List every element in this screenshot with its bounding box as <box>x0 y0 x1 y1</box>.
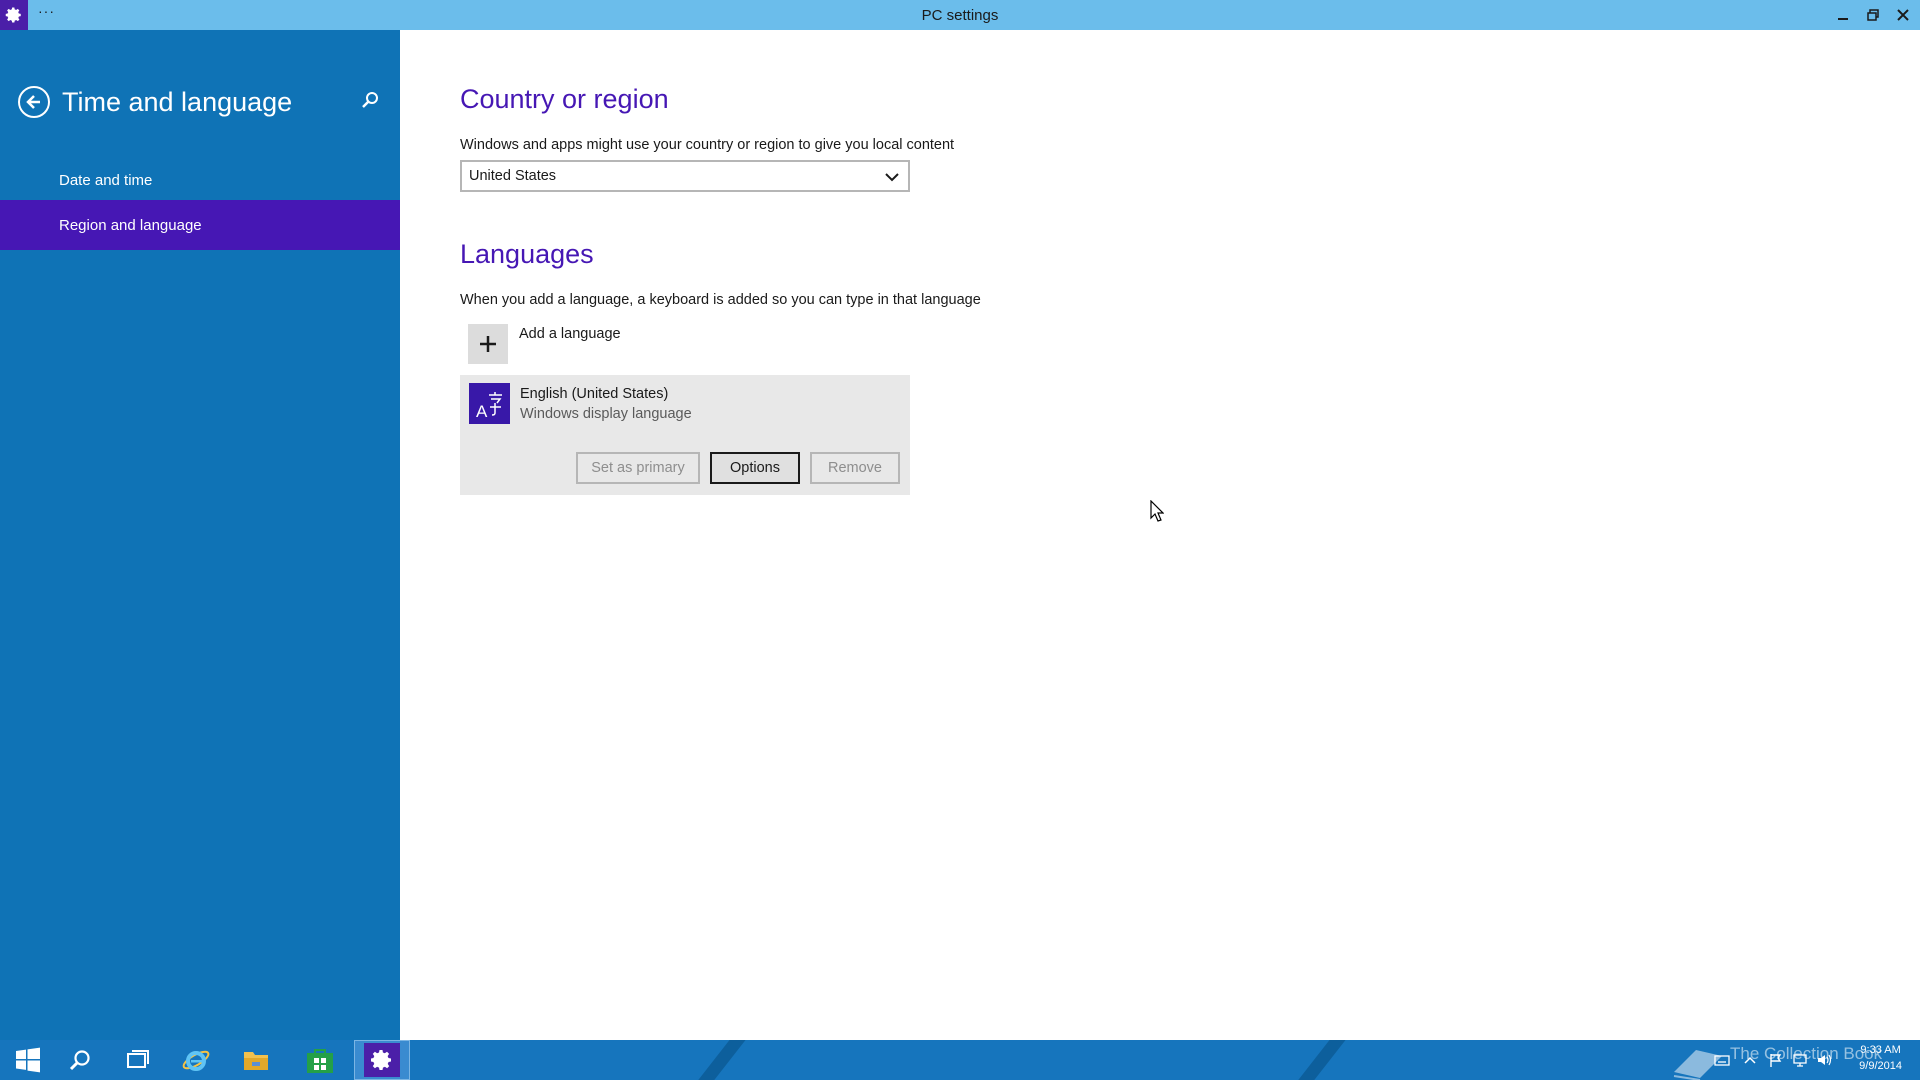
clock[interactable]: 9:33 AM 9/9/2014 <box>1859 1042 1902 1074</box>
svg-text:A: A <box>476 402 488 420</box>
volume-icon[interactable] <box>1816 1052 1832 1068</box>
main-content: Country or region Windows and apps might… <box>400 30 1920 1040</box>
windows-logo-icon <box>16 1047 40 1073</box>
store-icon <box>307 1049 333 1073</box>
minimize-button[interactable] <box>1828 0 1858 30</box>
country-selected-value: United States <box>469 168 557 184</box>
window-title: PC settings <box>921 7 999 24</box>
close-button[interactable] <box>1888 0 1918 30</box>
add-language-button[interactable]: Add a language <box>468 324 621 364</box>
plus-icon <box>468 324 508 364</box>
minimize-icon <box>1838 18 1848 20</box>
task-view-button[interactable] <box>110 1040 166 1080</box>
country-description: Windows and apps might use your country … <box>460 137 955 153</box>
clock-date: 9/9/2014 <box>1859 1060 1902 1072</box>
keyboard-icon[interactable] <box>1714 1052 1730 1068</box>
chevron-up-icon[interactable] <box>1742 1052 1758 1068</box>
languages-heading: Languages <box>460 239 594 269</box>
taskbar: The Collection Book 9:33 AM 9/9/2014 <box>0 1040 1920 1080</box>
store-button[interactable] <box>292 1040 348 1080</box>
restore-button[interactable] <box>1858 0 1888 30</box>
languages-description: When you add a language, a keyboard is a… <box>460 292 981 308</box>
clock-time: 9:33 AM <box>1860 1044 1901 1056</box>
flag-icon[interactable] <box>1768 1052 1784 1068</box>
sidebar-header: Time and language <box>18 84 292 120</box>
back-button[interactable] <box>18 86 50 118</box>
internet-explorer-icon <box>182 1050 210 1071</box>
remove-button[interactable]: Remove <box>810 452 900 484</box>
search-icon <box>362 92 378 108</box>
task-view-icon <box>127 1050 149 1068</box>
settings-gear-icon <box>364 1043 400 1077</box>
folder-icon <box>244 1052 268 1070</box>
file-explorer-button[interactable] <box>228 1040 284 1080</box>
restore-icon <box>1867 9 1879 21</box>
language-subtitle: Windows display language <box>520 406 692 422</box>
language-item-english-us[interactable]: A English (United States) Windows displa… <box>460 375 910 495</box>
search-button[interactable] <box>360 90 382 112</box>
network-icon[interactable] <box>1792 1052 1808 1068</box>
back-arrow-icon <box>26 95 40 109</box>
language-icon: A <box>469 383 510 424</box>
sidebar-item-date-and-time[interactable]: Date and time <box>0 155 400 205</box>
start-button[interactable] <box>0 1040 56 1080</box>
taskbar-decoration <box>682 1040 754 1080</box>
sidebar-title: Time and language <box>62 86 293 117</box>
add-language-label: Add a language <box>519 326 621 342</box>
search-icon <box>69 1050 90 1071</box>
taskbar-search-button[interactable] <box>52 1040 108 1080</box>
chevron-down-icon <box>885 173 899 182</box>
title-bar: ··· PC settings <box>0 0 1920 30</box>
close-icon <box>1897 9 1909 21</box>
language-name: English (United States) <box>520 386 669 402</box>
mouse-cursor-icon <box>1150 500 1164 522</box>
taskbar-decoration <box>1282 1040 1354 1080</box>
set-as-primary-button[interactable]: Set as primary <box>576 452 700 484</box>
internet-explorer-button[interactable] <box>168 1040 224 1080</box>
sidebar: Time and language Date and time Region a… <box>0 30 400 1040</box>
pc-settings-taskbar-button[interactable] <box>354 1040 410 1080</box>
country-heading: Country or region <box>460 84 669 114</box>
sidebar-item-region-and-language[interactable]: Region and language <box>0 200 400 250</box>
options-button[interactable]: Options <box>710 452 800 484</box>
country-dropdown[interactable]: United States <box>460 160 910 192</box>
